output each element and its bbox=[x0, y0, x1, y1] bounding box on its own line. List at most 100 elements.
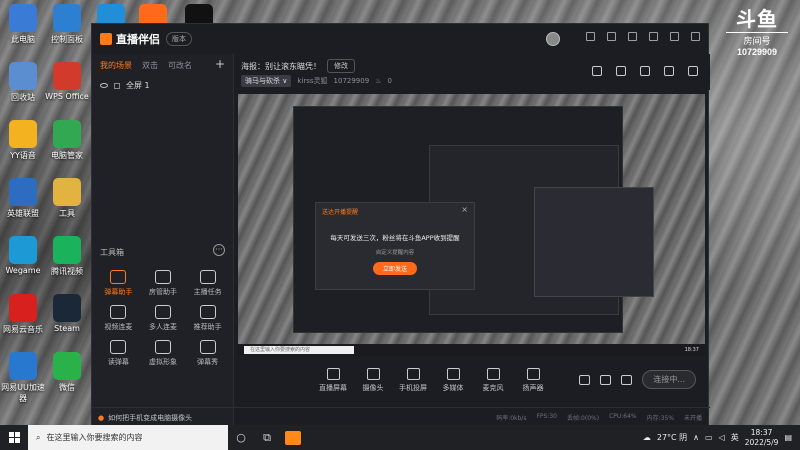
wps-icon bbox=[53, 62, 81, 90]
tab-rename[interactable]: 可改名 bbox=[168, 60, 192, 71]
tool-label: 主播任务 bbox=[193, 288, 222, 296]
lock-scene-icon[interactable] bbox=[616, 66, 626, 76]
scene-item[interactable]: 全屏 1 bbox=[92, 77, 233, 94]
taskbar-live-assistant[interactable] bbox=[280, 425, 306, 450]
brand-subtitle: 房间号 bbox=[726, 32, 788, 47]
desktop-icon-label: 网易云音乐 bbox=[3, 325, 43, 334]
tool-item[interactable]: 读弹幕 bbox=[96, 340, 141, 367]
cortana-icon[interactable]: ○ bbox=[228, 425, 254, 450]
beauty-icon[interactable] bbox=[600, 374, 612, 385]
wechat-icon bbox=[53, 352, 81, 380]
warning-icon: ● bbox=[98, 413, 105, 422]
desktop-icon[interactable]: 控制面板 bbox=[44, 4, 90, 45]
tool-item[interactable]: 虚拟形象 bbox=[141, 340, 186, 367]
desktop-icon[interactable]: 微信 bbox=[44, 352, 90, 393]
tab-my-scene[interactable]: 我的场景 bbox=[100, 60, 132, 71]
dialog-custom-link[interactable]: 自定义提醒内容 bbox=[316, 248, 474, 256]
weather-text[interactable]: 27°C 阴 bbox=[657, 432, 687, 443]
desktop-icon[interactable]: 英雄联盟 bbox=[0, 178, 46, 219]
tool-item[interactable]: 弹幕助手 bbox=[96, 270, 141, 297]
gift-icon[interactable] bbox=[607, 32, 616, 41]
weather-icon[interactable]: ☁ bbox=[643, 433, 651, 442]
desktop-icon[interactable]: YY语音 bbox=[0, 120, 46, 161]
taskbar-clock[interactable]: 18:37 2022/5/9 bbox=[745, 428, 779, 448]
tool-label: 房管助手 bbox=[148, 288, 177, 296]
layout-icon[interactable] bbox=[592, 66, 602, 76]
tool-item[interactable]: 主播任务 bbox=[185, 270, 230, 297]
wegame-icon bbox=[9, 236, 37, 264]
desktop-icon[interactable]: Steam bbox=[44, 294, 90, 333]
uu-icon bbox=[9, 352, 37, 380]
room-admin-icon bbox=[154, 270, 171, 284]
pc-icon bbox=[9, 4, 37, 32]
tool-item[interactable]: 弹幕秀 bbox=[185, 340, 230, 367]
toolbox-more-button[interactable]: ··· bbox=[213, 244, 225, 256]
tool-item[interactable]: 视频连麦 bbox=[96, 305, 141, 332]
desktop-icon[interactable]: 回收站 bbox=[0, 62, 46, 103]
close-icon[interactable] bbox=[691, 32, 700, 41]
tray-chevron-icon[interactable]: ∧ bbox=[693, 433, 699, 442]
scene-item-label: 全屏 1 bbox=[126, 81, 150, 90]
window-actions bbox=[586, 32, 700, 41]
status-bar: ● 如何把手机变成电脑摄像头 码率:0kb/s FPS:30 丢帧:0(0%) CPU… bbox=[92, 407, 710, 427]
tab-double-click[interactable]: 双击 bbox=[142, 60, 158, 71]
taskbar-search[interactable]: ⌕ 在这里输入你要搜索的内容 bbox=[28, 425, 228, 450]
desktop-icon[interactable]: 电脑管家 bbox=[44, 120, 90, 161]
camera-icon bbox=[366, 367, 380, 380]
video-record-icon[interactable] bbox=[579, 374, 591, 385]
start-live-button[interactable]: 连接中... bbox=[642, 370, 696, 389]
network-icon[interactable]: ▭ bbox=[705, 433, 713, 442]
desktop-icon[interactable]: 此电脑 bbox=[0, 4, 46, 45]
multi-link-icon bbox=[154, 305, 171, 319]
maximize-icon[interactable] bbox=[670, 32, 679, 41]
add-scene-button[interactable]: + bbox=[215, 57, 225, 71]
user-avatar[interactable] bbox=[546, 32, 560, 46]
tool-item[interactable]: 推荐助手 bbox=[185, 305, 230, 332]
source-button[interactable]: 扬声器 bbox=[513, 367, 553, 393]
desktop-icon[interactable]: 网易云音乐 bbox=[0, 294, 46, 335]
source-button[interactable]: 摄像头 bbox=[353, 367, 393, 393]
tool-label: 读弹幕 bbox=[107, 358, 129, 366]
stream-preview[interactable]: 送达开播提醒 × 每天可发送三次，粉丝将在斗鱼APP收到提醒 自定义提醒内容 立… bbox=[238, 94, 705, 356]
start-button[interactable] bbox=[0, 425, 28, 450]
source-button[interactable]: 直播屏幕 bbox=[313, 367, 353, 393]
streamer-name: kirss灵狐 bbox=[297, 77, 328, 85]
gear-icon[interactable] bbox=[621, 374, 633, 385]
settings-icon[interactable] bbox=[628, 32, 637, 41]
share-icon[interactable] bbox=[688, 66, 698, 76]
minimize-icon[interactable] bbox=[649, 32, 658, 41]
source-button[interactable]: 多媒体 bbox=[433, 367, 473, 393]
send-now-button[interactable]: 立即发送 bbox=[372, 262, 417, 275]
ime-indicator[interactable]: 英 bbox=[731, 432, 739, 443]
desktop-icon[interactable]: 工具 bbox=[44, 178, 90, 219]
speaker-icon bbox=[526, 367, 540, 380]
desktop-icon[interactable]: Wegame bbox=[0, 236, 46, 275]
notification-icon[interactable]: ▤ bbox=[784, 433, 792, 442]
camera-tip-link[interactable]: ● 如何把手机变成电脑摄像头 bbox=[98, 413, 192, 423]
stream-stats: 码率:0kb/s FPS:30 丢帧:0(0%) CPU:64% 内存:35% 未开播 bbox=[496, 413, 702, 422]
dialog-close-icon[interactable]: × bbox=[461, 205, 468, 214]
source-button[interactable]: 麦克风 bbox=[473, 367, 513, 393]
control-panel-icon bbox=[53, 4, 81, 32]
tool-item[interactable]: 房管助手 bbox=[141, 270, 186, 297]
source-label: 麦克风 bbox=[482, 383, 504, 392]
fans-count: 0 bbox=[387, 77, 392, 85]
desktop-icon[interactable]: 腾讯视频 bbox=[44, 236, 90, 277]
eye-icon[interactable] bbox=[100, 83, 108, 88]
desktop-icon[interactable]: WPS Office bbox=[44, 62, 90, 101]
search-icon: ⌕ bbox=[36, 432, 41, 442]
tool-item[interactable]: 多人连麦 bbox=[141, 305, 186, 332]
source-label: 扬声器 bbox=[522, 383, 544, 392]
bell-icon[interactable] bbox=[664, 66, 674, 76]
category-tag[interactable]: 骑马与砍杀 ∨ bbox=[241, 75, 292, 87]
lock-icon[interactable] bbox=[114, 82, 120, 89]
message-icon[interactable] bbox=[586, 32, 595, 41]
record-icon[interactable] bbox=[640, 66, 650, 76]
task-view-icon[interactable]: ⧉ bbox=[254, 425, 280, 450]
volume-icon[interactable]: ◁ bbox=[719, 433, 725, 442]
edit-notice-button[interactable]: 修改 bbox=[327, 59, 355, 73]
source-button[interactable]: 手机投屏 bbox=[393, 367, 433, 393]
desktop-icon[interactable]: 网易UU加速器 bbox=[0, 352, 46, 404]
scene-tabs: 我的场景 双击 可改名 bbox=[92, 54, 233, 77]
version-pill[interactable]: 版本 bbox=[166, 32, 192, 46]
